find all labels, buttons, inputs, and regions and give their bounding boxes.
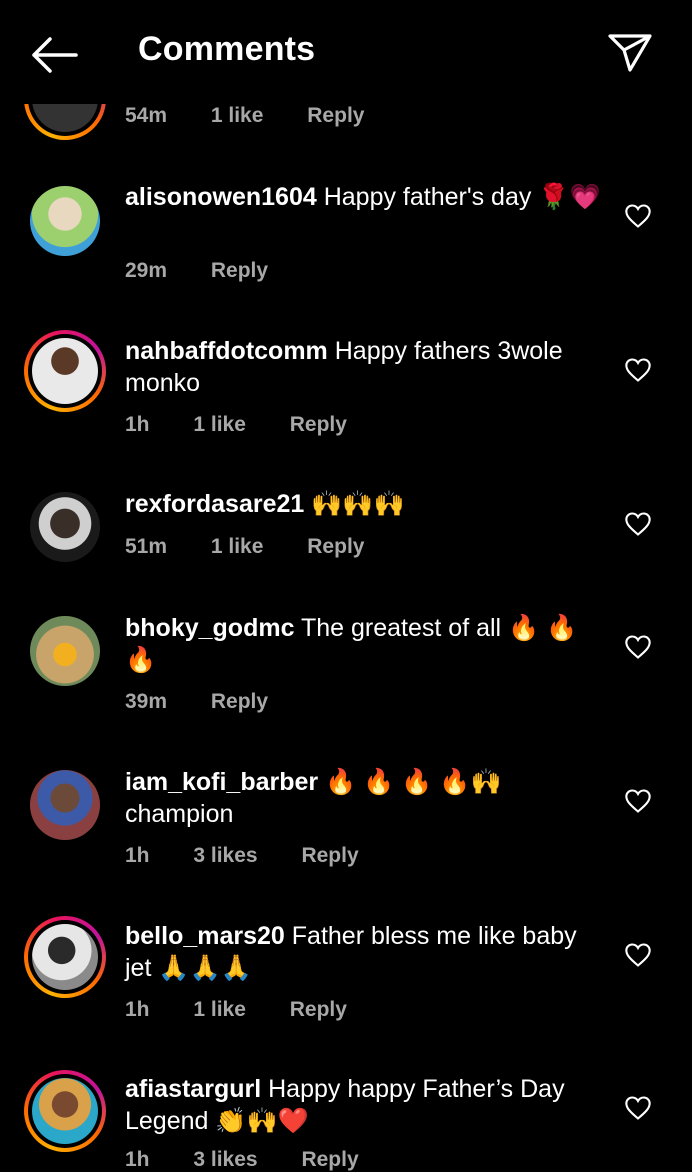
- comment-emoji: 🌹💗: [538, 183, 601, 211]
- comment-username[interactable]: iam_kofi_barber: [125, 768, 318, 796]
- comment-username[interactable]: nahbaffdotcomm: [125, 337, 328, 365]
- heart-icon[interactable]: [624, 1095, 652, 1121]
- comment-time: 1h: [125, 998, 150, 1021]
- comment-body: nahbaffdotcomm Happy fathers 3wole monko: [125, 335, 605, 399]
- avatar[interactable]: [24, 610, 106, 692]
- comment-emoji: 👏🙌❤️: [215, 1107, 309, 1135]
- comment-username[interactable]: alisonowen1604: [125, 183, 317, 211]
- heart-icon[interactable]: [624, 942, 652, 968]
- avatar[interactable]: [24, 486, 106, 568]
- comment-meta: 1h 1 like Reply: [125, 413, 385, 437]
- comment-likes[interactable]: 1 like: [193, 998, 246, 1021]
- comment-likes[interactable]: 3 likes: [193, 844, 257, 867]
- reply-button[interactable]: Reply: [290, 413, 347, 436]
- comment-time: 1h: [125, 413, 150, 436]
- comment-body: rexfordasare21 🙌🙌🙌: [125, 488, 605, 520]
- heart-icon[interactable]: [624, 357, 652, 383]
- comment-text: Happy father's day: [323, 183, 532, 211]
- comment-time: 1h: [125, 844, 150, 867]
- send-icon[interactable]: [606, 30, 654, 76]
- reply-button[interactable]: Reply: [290, 998, 347, 1021]
- comment-likes[interactable]: 3 likes: [193, 1148, 257, 1171]
- avatar[interactable]: [24, 180, 106, 262]
- comment-time: 51m: [125, 535, 168, 558]
- comment-time: 29m: [125, 259, 168, 282]
- reply-button[interactable]: Reply: [301, 1148, 358, 1171]
- top-bar: Comments: [0, 0, 692, 104]
- avatar[interactable]: [24, 1070, 106, 1152]
- reply-button[interactable]: Reply: [307, 104, 364, 127]
- comment-emoji: 🔥 🔥 🔥 🔥🙌: [325, 768, 502, 796]
- reply-button[interactable]: Reply: [211, 259, 268, 282]
- comment-meta: 29m Reply: [125, 259, 306, 283]
- comment-emoji: 🙌🙌🙌: [311, 490, 405, 518]
- heart-icon[interactable]: [624, 203, 652, 229]
- comment-likes[interactable]: 1 like: [211, 104, 264, 127]
- comment-meta: 1h 3 likes Reply: [125, 1148, 397, 1172]
- comment-time: 1h: [125, 1148, 150, 1171]
- comment-username[interactable]: rexfordasare21: [125, 490, 304, 518]
- comment-meta: 1h 3 likes Reply: [125, 844, 397, 868]
- avatar[interactable]: [24, 916, 106, 998]
- comment-body: afiastargurl Happy happy Father’s Day Le…: [125, 1073, 605, 1137]
- reply-button[interactable]: Reply: [301, 844, 358, 867]
- comment-likes[interactable]: 1 like: [193, 413, 246, 436]
- comments-list: 54m 1 like Reply alisonowen1604 Happy fa…: [0, 0, 692, 1171]
- comment-body: alisonowen1604 Happy father's day 🌹💗: [125, 181, 605, 213]
- heart-icon[interactable]: [624, 788, 652, 814]
- back-arrow-icon[interactable]: [28, 34, 80, 76]
- comment-body: bello_mars20 Father bless me like baby j…: [125, 920, 605, 984]
- avatar[interactable]: [24, 330, 106, 412]
- comment-body: bhoky_godmc The greatest of all 🔥 🔥 🔥: [125, 612, 605, 676]
- heart-icon[interactable]: [624, 634, 652, 660]
- comment-meta: 39m Reply: [125, 690, 306, 714]
- comment-meta: 54m 1 like Reply: [125, 104, 402, 128]
- reply-button[interactable]: Reply: [211, 690, 268, 713]
- comment-body: iam_kofi_barber 🔥 🔥 🔥 🔥🙌 champion: [125, 766, 605, 830]
- reply-button[interactable]: Reply: [307, 535, 364, 558]
- avatar[interactable]: [24, 764, 106, 846]
- comment-text: The greatest of all: [300, 614, 502, 642]
- comment-time: 54m: [125, 104, 168, 127]
- comment-username[interactable]: bello_mars20: [125, 922, 285, 950]
- comment-username[interactable]: bhoky_godmc: [125, 614, 294, 642]
- comment-likes[interactable]: 1 like: [211, 535, 264, 558]
- page-title: Comments: [138, 30, 316, 68]
- comment-time: 39m: [125, 690, 168, 713]
- comment-username[interactable]: afiastargurl: [125, 1075, 261, 1103]
- comment-text: champion: [125, 800, 234, 828]
- heart-icon[interactable]: [624, 511, 652, 537]
- comment-emoji: 🙏🙏🙏: [158, 954, 252, 982]
- comment-meta: 51m 1 like Reply: [125, 535, 402, 559]
- comment-meta: 1h 1 like Reply: [125, 998, 385, 1022]
